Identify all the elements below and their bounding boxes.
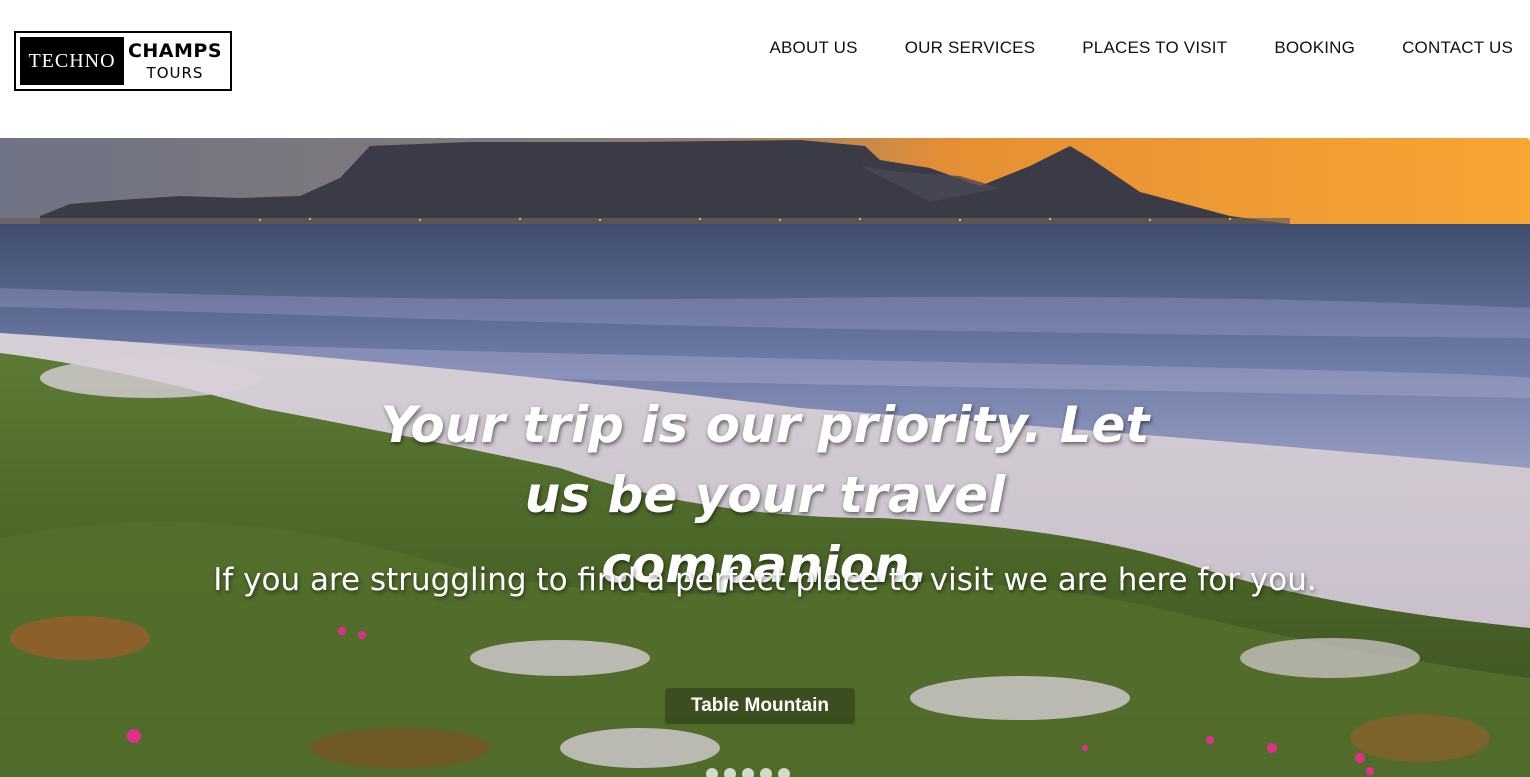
logo[interactable]: TECHNO CHAMPS TOURS	[14, 31, 232, 91]
nav-our-services[interactable]: OUR SERVICES	[905, 38, 1036, 58]
carousel-dot-1[interactable]	[706, 768, 718, 777]
logo-text: CHAMPS TOURS	[124, 39, 226, 82]
nav-contact-us[interactable]: CONTACT US	[1402, 38, 1513, 58]
carousel-dot-5[interactable]	[778, 768, 790, 777]
carousel-dot-2[interactable]	[724, 768, 736, 777]
carousel-dot-3[interactable]	[742, 768, 754, 777]
hero-carousel[interactable]: Your trip is our priority. Let us be you…	[0, 138, 1530, 777]
logo-champs: CHAMPS	[127, 39, 223, 62]
carousel-dot-4[interactable]	[760, 768, 772, 777]
nav-places-to-visit[interactable]: PLACES TO VISIT	[1082, 38, 1227, 58]
main-nav: ABOUT US OUR SERVICES PLACES TO VISIT BO…	[769, 38, 1513, 58]
logo-techno: TECHNO	[20, 37, 124, 85]
logo-tours: TOURS	[146, 63, 204, 82]
nav-booking[interactable]: BOOKING	[1274, 38, 1355, 58]
hero-subtext: If you are struggling to find a perfect …	[213, 562, 1317, 598]
nav-about-us[interactable]: ABOUT US	[769, 38, 857, 58]
site-header: TECHNO CHAMPS TOURS ABOUT US OUR SERVICE…	[0, 0, 1530, 138]
carousel-indicators	[706, 768, 790, 777]
slide-caption: Table Mountain	[665, 688, 855, 724]
